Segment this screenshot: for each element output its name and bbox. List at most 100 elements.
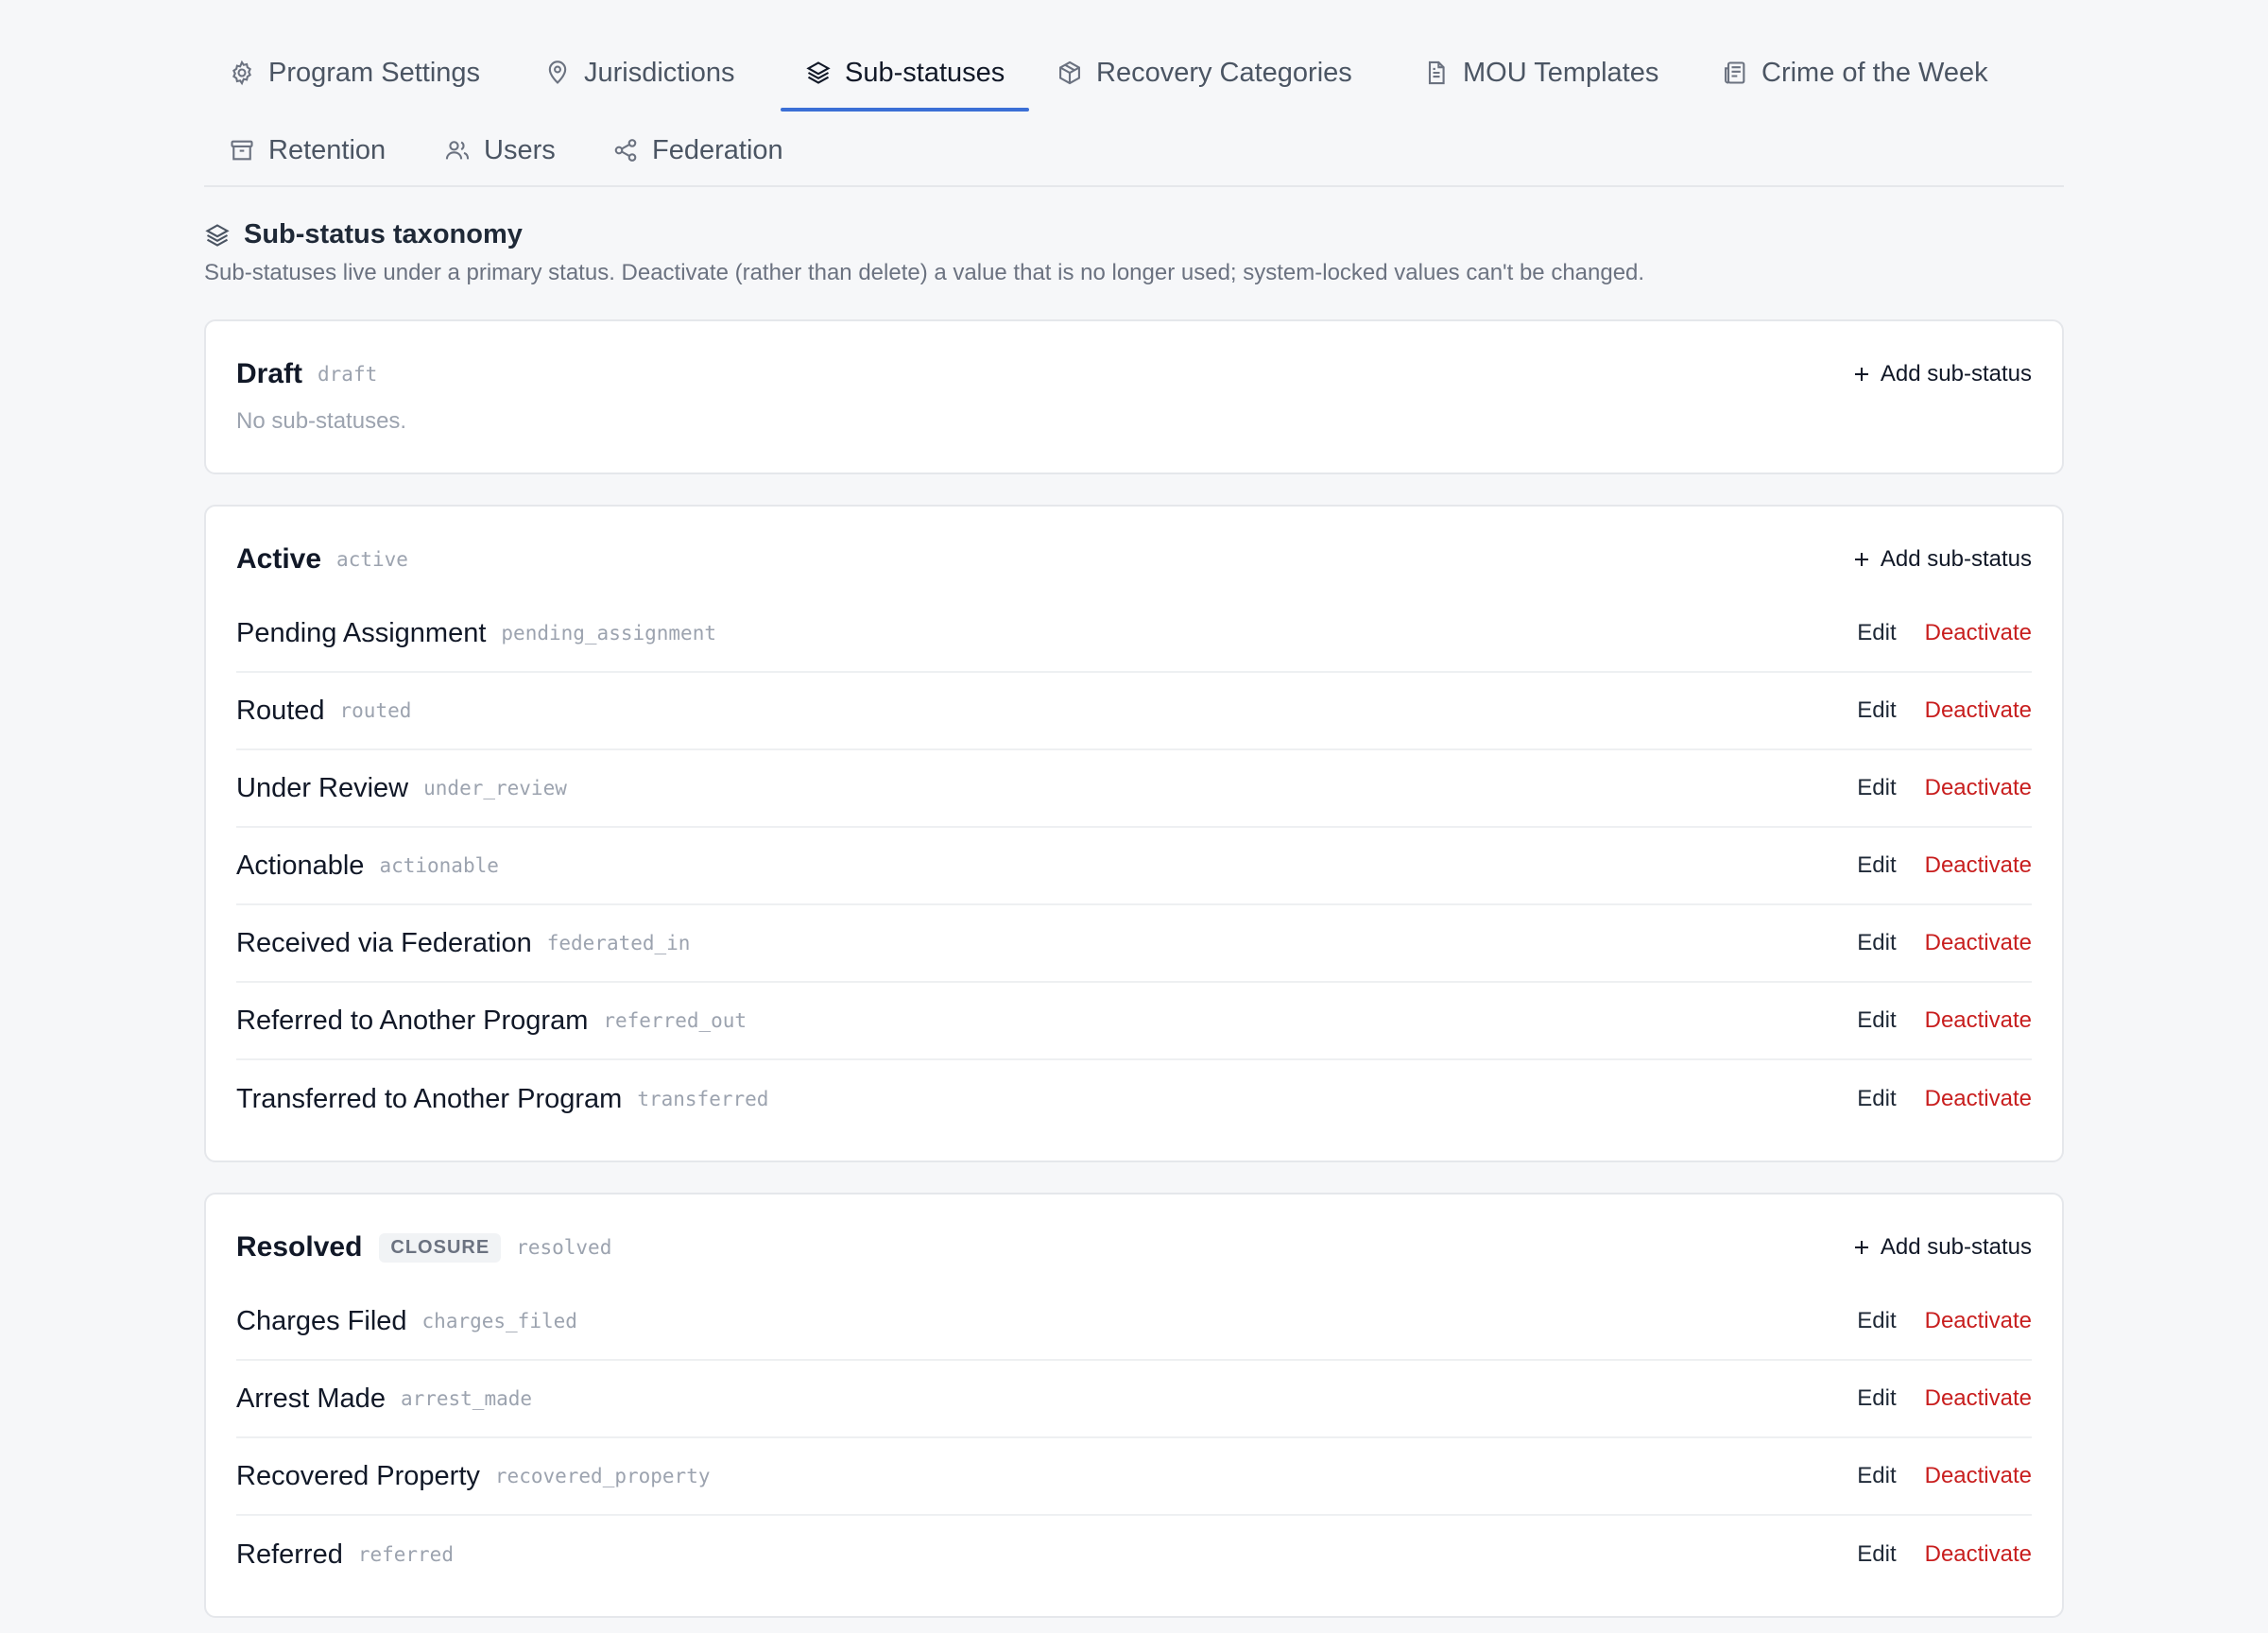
row-actions: Edit Deactivate xyxy=(1857,1463,2032,1489)
archive-icon xyxy=(231,140,253,161)
deactivate-button[interactable]: Deactivate xyxy=(1925,1308,2032,1334)
sub-status-code: under_review xyxy=(423,777,567,799)
settings-tabs: Program Settings Jurisdictions Sub-statu… xyxy=(204,0,2064,187)
sub-status-name: Under Review xyxy=(236,772,409,803)
tab-label: Jurisdictions xyxy=(584,57,735,88)
status-code: active xyxy=(336,548,408,571)
edit-button[interactable]: Edit xyxy=(1857,1541,1896,1568)
deactivate-button[interactable]: Deactivate xyxy=(1925,852,2032,879)
tab-jurisdictions[interactable]: Jurisdictions xyxy=(520,34,760,112)
status-card-resolved: Resolved CLOSURE resolved Add sub-status… xyxy=(204,1193,2064,1618)
edit-button[interactable]: Edit xyxy=(1857,697,1896,724)
layers-icon xyxy=(806,61,831,84)
sub-status-code: referred xyxy=(357,1543,454,1566)
newspaper-icon xyxy=(1725,61,1745,84)
tab-crime-of-the-week[interactable]: Crime of the Week xyxy=(1697,34,2013,112)
sub-status-row: Transferred to Another Program transferr… xyxy=(236,1060,2032,1138)
tab-retention[interactable]: Retention xyxy=(204,112,410,189)
tab-label: Retention xyxy=(268,134,387,165)
row-actions: Edit Deactivate xyxy=(1857,775,2032,801)
sub-status-row: Routed routed Edit Deactivate xyxy=(236,673,2032,750)
status-code: draft xyxy=(318,363,378,386)
tab-sub-statuses[interactable]: Sub-statuses xyxy=(781,34,1030,112)
sub-status-row: Referred referred Edit Deactivate xyxy=(236,1516,2032,1593)
deactivate-button[interactable]: Deactivate xyxy=(1925,1463,2032,1489)
status-name: Draft xyxy=(236,358,303,389)
row-actions: Edit Deactivate xyxy=(1857,1086,2032,1112)
sub-status-name: Routed xyxy=(236,695,325,726)
package-icon xyxy=(1059,60,1080,85)
tab-label: Federation xyxy=(652,134,783,165)
section-header: Sub-status taxonomy xyxy=(204,219,523,250)
tab-label: Program Settings xyxy=(268,57,481,88)
sub-status-row: Arrest Made arrest_made Edit Deactivate xyxy=(236,1361,2032,1438)
sub-status-list: Charges Filed charges_filed Edit Deactiv… xyxy=(236,1283,2032,1593)
sub-status-row: Charges Filed charges_filed Edit Deactiv… xyxy=(236,1283,2032,1361)
edit-button[interactable]: Edit xyxy=(1857,1086,1896,1112)
sub-status-row: Actionable actionable Edit Deactivate xyxy=(236,828,2032,905)
edit-button[interactable]: Edit xyxy=(1857,1007,1896,1034)
sub-status-name: Recovered Property xyxy=(236,1460,480,1491)
sub-status-code: transferred xyxy=(637,1088,769,1110)
edit-button[interactable]: Edit xyxy=(1857,775,1896,801)
tab-users[interactable]: Users xyxy=(420,112,580,189)
map-pin-icon xyxy=(548,60,567,84)
card-header: Resolved CLOSURE resolved Add sub-status xyxy=(236,1229,2032,1266)
status-name: Resolved xyxy=(236,1231,363,1263)
deactivate-button[interactable]: Deactivate xyxy=(1925,1385,2032,1412)
deactivate-button[interactable]: Deactivate xyxy=(1925,620,2032,646)
edit-button[interactable]: Edit xyxy=(1857,620,1896,646)
sub-status-code: recovered_property xyxy=(494,1465,711,1487)
edit-button[interactable]: Edit xyxy=(1857,1385,1896,1412)
tab-program-settings[interactable]: Program Settings xyxy=(204,34,505,112)
edit-button[interactable]: Edit xyxy=(1857,930,1896,956)
sub-status-code: pending_assignment xyxy=(501,622,716,645)
tab-label: Sub-statuses xyxy=(845,57,1005,88)
deactivate-button[interactable]: Deactivate xyxy=(1925,1541,2032,1568)
status-card-draft: Draft draft Add sub-status No sub-status… xyxy=(204,319,2064,474)
row-actions: Edit Deactivate xyxy=(1857,620,2032,646)
add-sub-status-label: Add sub-status xyxy=(1880,546,2032,572)
users-icon xyxy=(445,141,470,160)
sub-status-name: Charges Filed xyxy=(236,1305,407,1336)
sub-status-code: actionable xyxy=(379,854,499,877)
add-sub-status-label: Add sub-status xyxy=(1880,1234,2032,1260)
tab-mou-templates[interactable]: MOU Templates xyxy=(1399,34,1683,112)
add-sub-status-label: Add sub-status xyxy=(1880,361,2032,387)
edit-button[interactable]: Edit xyxy=(1857,1463,1896,1489)
add-sub-status-button[interactable]: Add sub-status xyxy=(1852,1234,2032,1261)
row-actions: Edit Deactivate xyxy=(1857,1308,2032,1334)
plus-icon xyxy=(1854,1241,1868,1254)
layers-icon xyxy=(205,223,230,247)
edit-button[interactable]: Edit xyxy=(1857,1308,1896,1334)
add-sub-status-button[interactable]: Add sub-status xyxy=(1852,361,2032,387)
row-actions: Edit Deactivate xyxy=(1857,930,2032,956)
tab-recovery-categories[interactable]: Recovery Categories xyxy=(1032,34,1377,112)
card-header: Draft draft Add sub-status xyxy=(236,355,2032,393)
tab-label: Recovery Categories xyxy=(1096,57,1352,88)
sub-status-row: Referred to Another Program referred_out… xyxy=(236,983,2032,1060)
tab-label: Crime of the Week xyxy=(1761,57,1988,88)
edit-button[interactable]: Edit xyxy=(1857,852,1896,879)
empty-message: No sub-statuses. xyxy=(236,408,407,434)
deactivate-button[interactable]: Deactivate xyxy=(1925,930,2032,956)
deactivate-button[interactable]: Deactivate xyxy=(1925,697,2032,724)
deactivate-button[interactable]: Deactivate xyxy=(1925,1007,2032,1034)
tab-federation[interactable]: Federation xyxy=(588,112,808,189)
status-name: Active xyxy=(236,543,322,575)
sub-status-row: Received via Federation federated_in Edi… xyxy=(236,905,2032,983)
gear-icon xyxy=(232,60,251,86)
status-card-active: Active active Add sub-status Pending Ass… xyxy=(204,505,2064,1162)
sub-status-name: Referred xyxy=(236,1538,343,1570)
plus-icon xyxy=(1854,553,1868,566)
sub-status-name: Pending Assignment xyxy=(236,617,487,648)
share-icon xyxy=(614,139,637,162)
row-actions: Edit Deactivate xyxy=(1857,1385,2032,1412)
row-actions: Edit Deactivate xyxy=(1857,697,2032,724)
deactivate-button[interactable]: Deactivate xyxy=(1925,775,2032,801)
settings-page: Program Settings Jurisdictions Sub-statu… xyxy=(204,0,2064,1618)
add-sub-status-button[interactable]: Add sub-status xyxy=(1852,546,2032,573)
card-header: Active active Add sub-status xyxy=(236,541,2032,578)
deactivate-button[interactable]: Deactivate xyxy=(1925,1086,2032,1112)
closure-badge: CLOSURE xyxy=(379,1232,502,1263)
